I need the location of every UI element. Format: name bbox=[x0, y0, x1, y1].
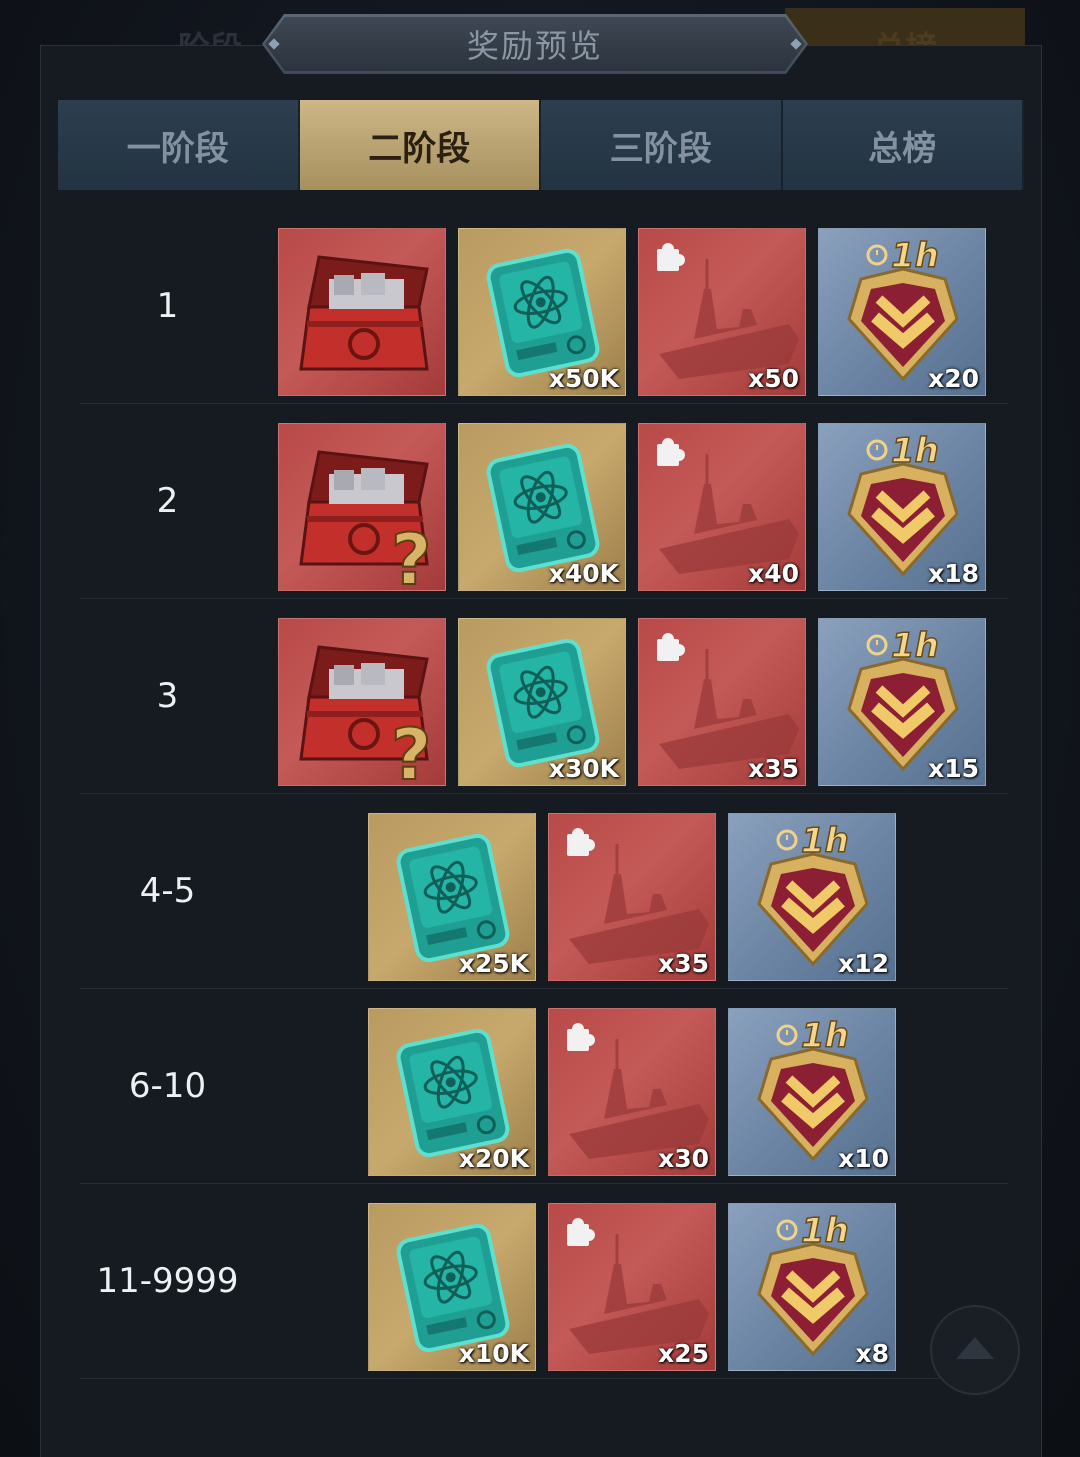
svg-text:1h: 1h bbox=[801, 1211, 849, 1251]
page-title: 奖励预览 bbox=[265, 17, 805, 71]
reward-item[interactable]: x35 bbox=[638, 618, 806, 786]
reward-item[interactable]: ? bbox=[278, 423, 446, 591]
item-quantity: x10K bbox=[458, 1339, 529, 1368]
reward-row: 1 x50K x50 1h x20 bbox=[80, 208, 1008, 404]
rank-label: 6-10 bbox=[128, 1065, 207, 1106]
reward-item[interactable]: x30 bbox=[548, 1008, 716, 1176]
reward-item[interactable] bbox=[278, 228, 446, 396]
item-quantity: x15 bbox=[928, 754, 979, 783]
item-quantity: x20 bbox=[928, 364, 979, 393]
svg-text:?: ? bbox=[391, 519, 432, 591]
reward-row: 2 ? x40K x40 1h x18 bbox=[80, 403, 1008, 599]
item-quantity: x30K bbox=[548, 754, 619, 783]
mystery-crate-icon: ? bbox=[299, 450, 433, 591]
reward-item[interactable]: x50K bbox=[458, 228, 626, 396]
svg-text:1h: 1h bbox=[891, 626, 939, 666]
tab-total-ranking[interactable]: 总榜 bbox=[782, 100, 1024, 190]
reward-item[interactable]: x20K bbox=[368, 1008, 536, 1176]
reward-item[interactable]: 1h x15 bbox=[818, 618, 986, 786]
reward-item[interactable]: 1h x18 bbox=[818, 423, 986, 591]
reward-item[interactable]: x35 bbox=[548, 813, 716, 981]
item-quantity: x30 bbox=[658, 1144, 709, 1173]
item-quantity: x50K bbox=[548, 364, 619, 393]
reward-item[interactable]: x10K bbox=[368, 1203, 536, 1371]
tab-stage-2[interactable]: 二阶段 bbox=[299, 100, 541, 190]
reward-row: 4-5 x25K x35 1h x12 bbox=[80, 793, 1008, 989]
reward-item[interactable]: 1h x10 bbox=[728, 1008, 896, 1176]
stage-tab-bar: 一阶段 二阶段 三阶段 总榜 bbox=[58, 100, 1024, 190]
item-quantity: x40K bbox=[548, 559, 619, 588]
reward-row: 6-10 x20K x30 1h x10 bbox=[80, 988, 1008, 1184]
tab-stage-1[interactable]: 一阶段 bbox=[58, 100, 300, 190]
reward-item[interactable]: x40 bbox=[638, 423, 806, 591]
svg-text:1h: 1h bbox=[891, 236, 939, 276]
item-quantity: x35 bbox=[658, 949, 709, 978]
reward-item[interactable]: 1h x12 bbox=[728, 813, 896, 981]
rank-label: 3 bbox=[156, 675, 179, 716]
item-quantity: x50 bbox=[748, 364, 799, 393]
reward-item[interactable]: x30K bbox=[458, 618, 626, 786]
item-quantity: x18 bbox=[928, 559, 979, 588]
svg-text:?: ? bbox=[391, 714, 432, 786]
rank-label: 1 bbox=[156, 285, 179, 326]
item-quantity: x40 bbox=[748, 559, 799, 588]
reward-item[interactable]: x25 bbox=[548, 1203, 716, 1371]
svg-text:1h: 1h bbox=[891, 431, 939, 471]
reward-item[interactable]: 1h x8 bbox=[728, 1203, 896, 1371]
item-quantity: x25 bbox=[658, 1339, 709, 1368]
reward-item[interactable]: x25K bbox=[368, 813, 536, 981]
reward-item[interactable]: ? bbox=[278, 618, 446, 786]
reward-item[interactable]: 1h x20 bbox=[818, 228, 986, 396]
item-quantity: x8 bbox=[855, 1339, 889, 1368]
item-quantity: x25K bbox=[458, 949, 529, 978]
title-banner: 奖励预览 bbox=[262, 14, 808, 74]
reward-row: 11-9999 x10K x25 1h x8 bbox=[80, 1183, 1008, 1379]
svg-text:1h: 1h bbox=[801, 821, 849, 861]
rank-label: 4-5 bbox=[139, 870, 196, 911]
item-quantity: x10 bbox=[838, 1144, 889, 1173]
svg-text:1h: 1h bbox=[801, 1016, 849, 1056]
reward-row: 3 ? x30K x35 1h x15 bbox=[80, 598, 1008, 794]
scroll-top-button[interactable] bbox=[930, 1305, 1020, 1395]
crate-icon bbox=[299, 255, 429, 371]
arrow-up-icon bbox=[956, 1337, 994, 1359]
reward-item[interactable]: x40K bbox=[458, 423, 626, 591]
tab-stage-3[interactable]: 三阶段 bbox=[541, 100, 783, 190]
rank-label: 2 bbox=[156, 480, 179, 521]
reward-item[interactable]: x50 bbox=[638, 228, 806, 396]
item-quantity: x35 bbox=[748, 754, 799, 783]
mystery-crate-icon: ? bbox=[299, 645, 433, 786]
item-quantity: x12 bbox=[838, 949, 889, 978]
rank-label: 11-9999 bbox=[96, 1260, 239, 1301]
item-quantity: x20K bbox=[458, 1144, 529, 1173]
